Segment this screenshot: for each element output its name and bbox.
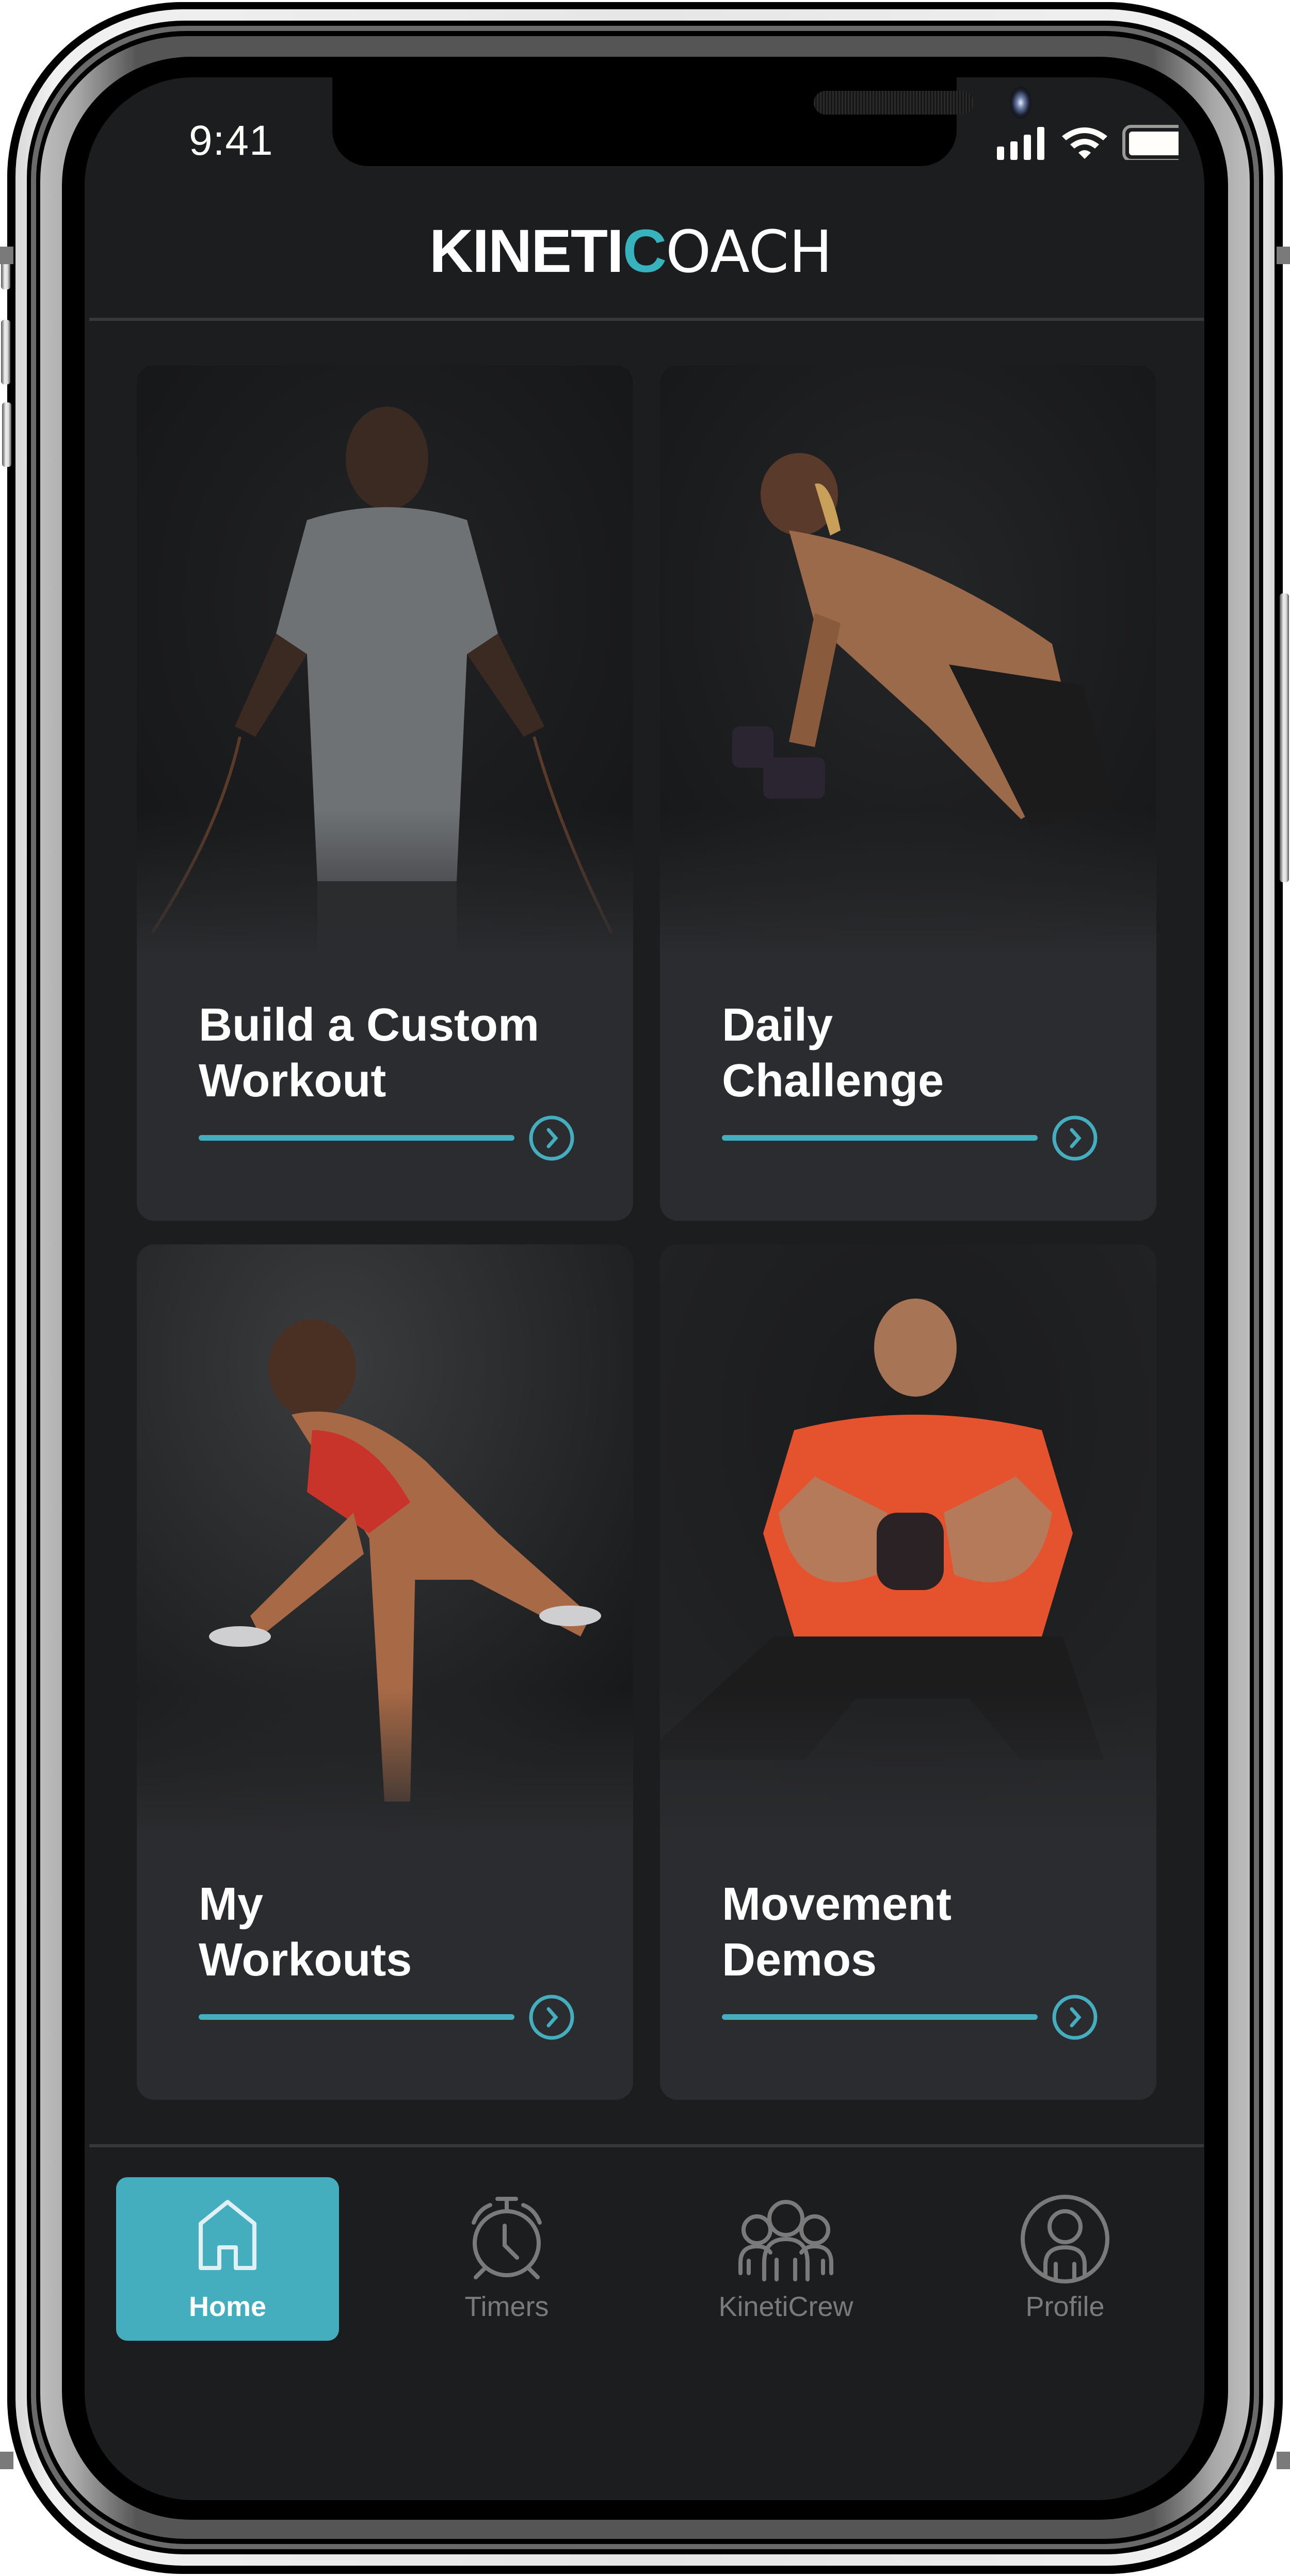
chevron-right-circle-icon[interactable] (528, 1114, 575, 1162)
alarm-clock-icon (472, 2197, 542, 2279)
chevron-right-circle-icon[interactable] (528, 1994, 575, 2041)
antenna-band (1277, 247, 1290, 264)
tab-label: KinetiCrew (718, 2291, 853, 2322)
volume-down-button (2, 402, 11, 467)
tab-home[interactable]: Home (116, 2177, 339, 2341)
tab-label: Home (188, 2291, 267, 2322)
tab-bar-divider (89, 2144, 1204, 2147)
home-icon (199, 2200, 256, 2270)
logo-c: C (622, 217, 667, 285)
card-photo-woman-dumbbell-row (660, 365, 1156, 959)
tab-label: Timers (464, 2291, 549, 2322)
status-icons (962, 123, 1190, 162)
card-build-custom-workout[interactable]: Build a Custom Workout (137, 365, 633, 1221)
card-photo-woman-plank-reach (137, 1244, 633, 1838)
card-accent-bar (722, 1135, 1038, 1141)
tab-kineticrew[interactable]: KinetiCrew (674, 2177, 897, 2341)
card-title: Daily Challenge (722, 999, 944, 1107)
antenna-band (0, 2452, 13, 2469)
chevron-right-circle-icon[interactable] (1051, 1994, 1099, 2041)
earpiece-speaker (814, 91, 974, 115)
wifi-icon (1062, 127, 1107, 159)
tab-timers[interactable]: Timers (395, 2177, 618, 2341)
cellular-signal-icon (997, 127, 1044, 160)
card-title: My Workouts (199, 1878, 412, 1986)
notch (332, 77, 1031, 166)
volume-up-button (1, 320, 10, 384)
power-button (1280, 593, 1289, 882)
front-camera (1010, 87, 1031, 119)
chevron-right-circle-icon[interactable] (1051, 1114, 1099, 1162)
group-icon (738, 2200, 833, 2281)
app-screen: 9:41 KINETICOACH Build a Custom Workout … (85, 77, 1204, 2500)
tab-profile[interactable]: Profile (954, 2177, 1176, 2341)
card-daily-challenge[interactable]: Daily Challenge (660, 365, 1156, 1221)
battery-full-icon (1122, 125, 1190, 162)
card-accent-bar (199, 1135, 514, 1141)
battery-level (1129, 132, 1184, 155)
card-photo-man-kettlebell-squat (660, 1244, 1156, 1838)
logo-kineti: KINETI (429, 217, 624, 285)
card-accent-bar (722, 2014, 1038, 2020)
logo-oach: OACH (666, 219, 833, 286)
card-movement-demos[interactable]: Movement Demos (660, 1244, 1156, 2100)
app-logo: KINETICOACH (429, 221, 873, 282)
antenna-band (0, 247, 13, 264)
tab-label: Profile (1025, 2291, 1105, 2322)
antenna-band (1277, 2452, 1290, 2469)
card-title: Build a Custom Workout (199, 999, 540, 1107)
card-title: Movement Demos (722, 1878, 952, 1986)
card-photo-man-jump-rope (137, 365, 633, 959)
profile-icon (1021, 2195, 1109, 2283)
card-my-workouts[interactable]: My Workouts (137, 1244, 633, 2100)
header-divider (89, 318, 1204, 321)
card-accent-bar (199, 2014, 514, 2020)
status-time: 9:41 (189, 117, 273, 164)
